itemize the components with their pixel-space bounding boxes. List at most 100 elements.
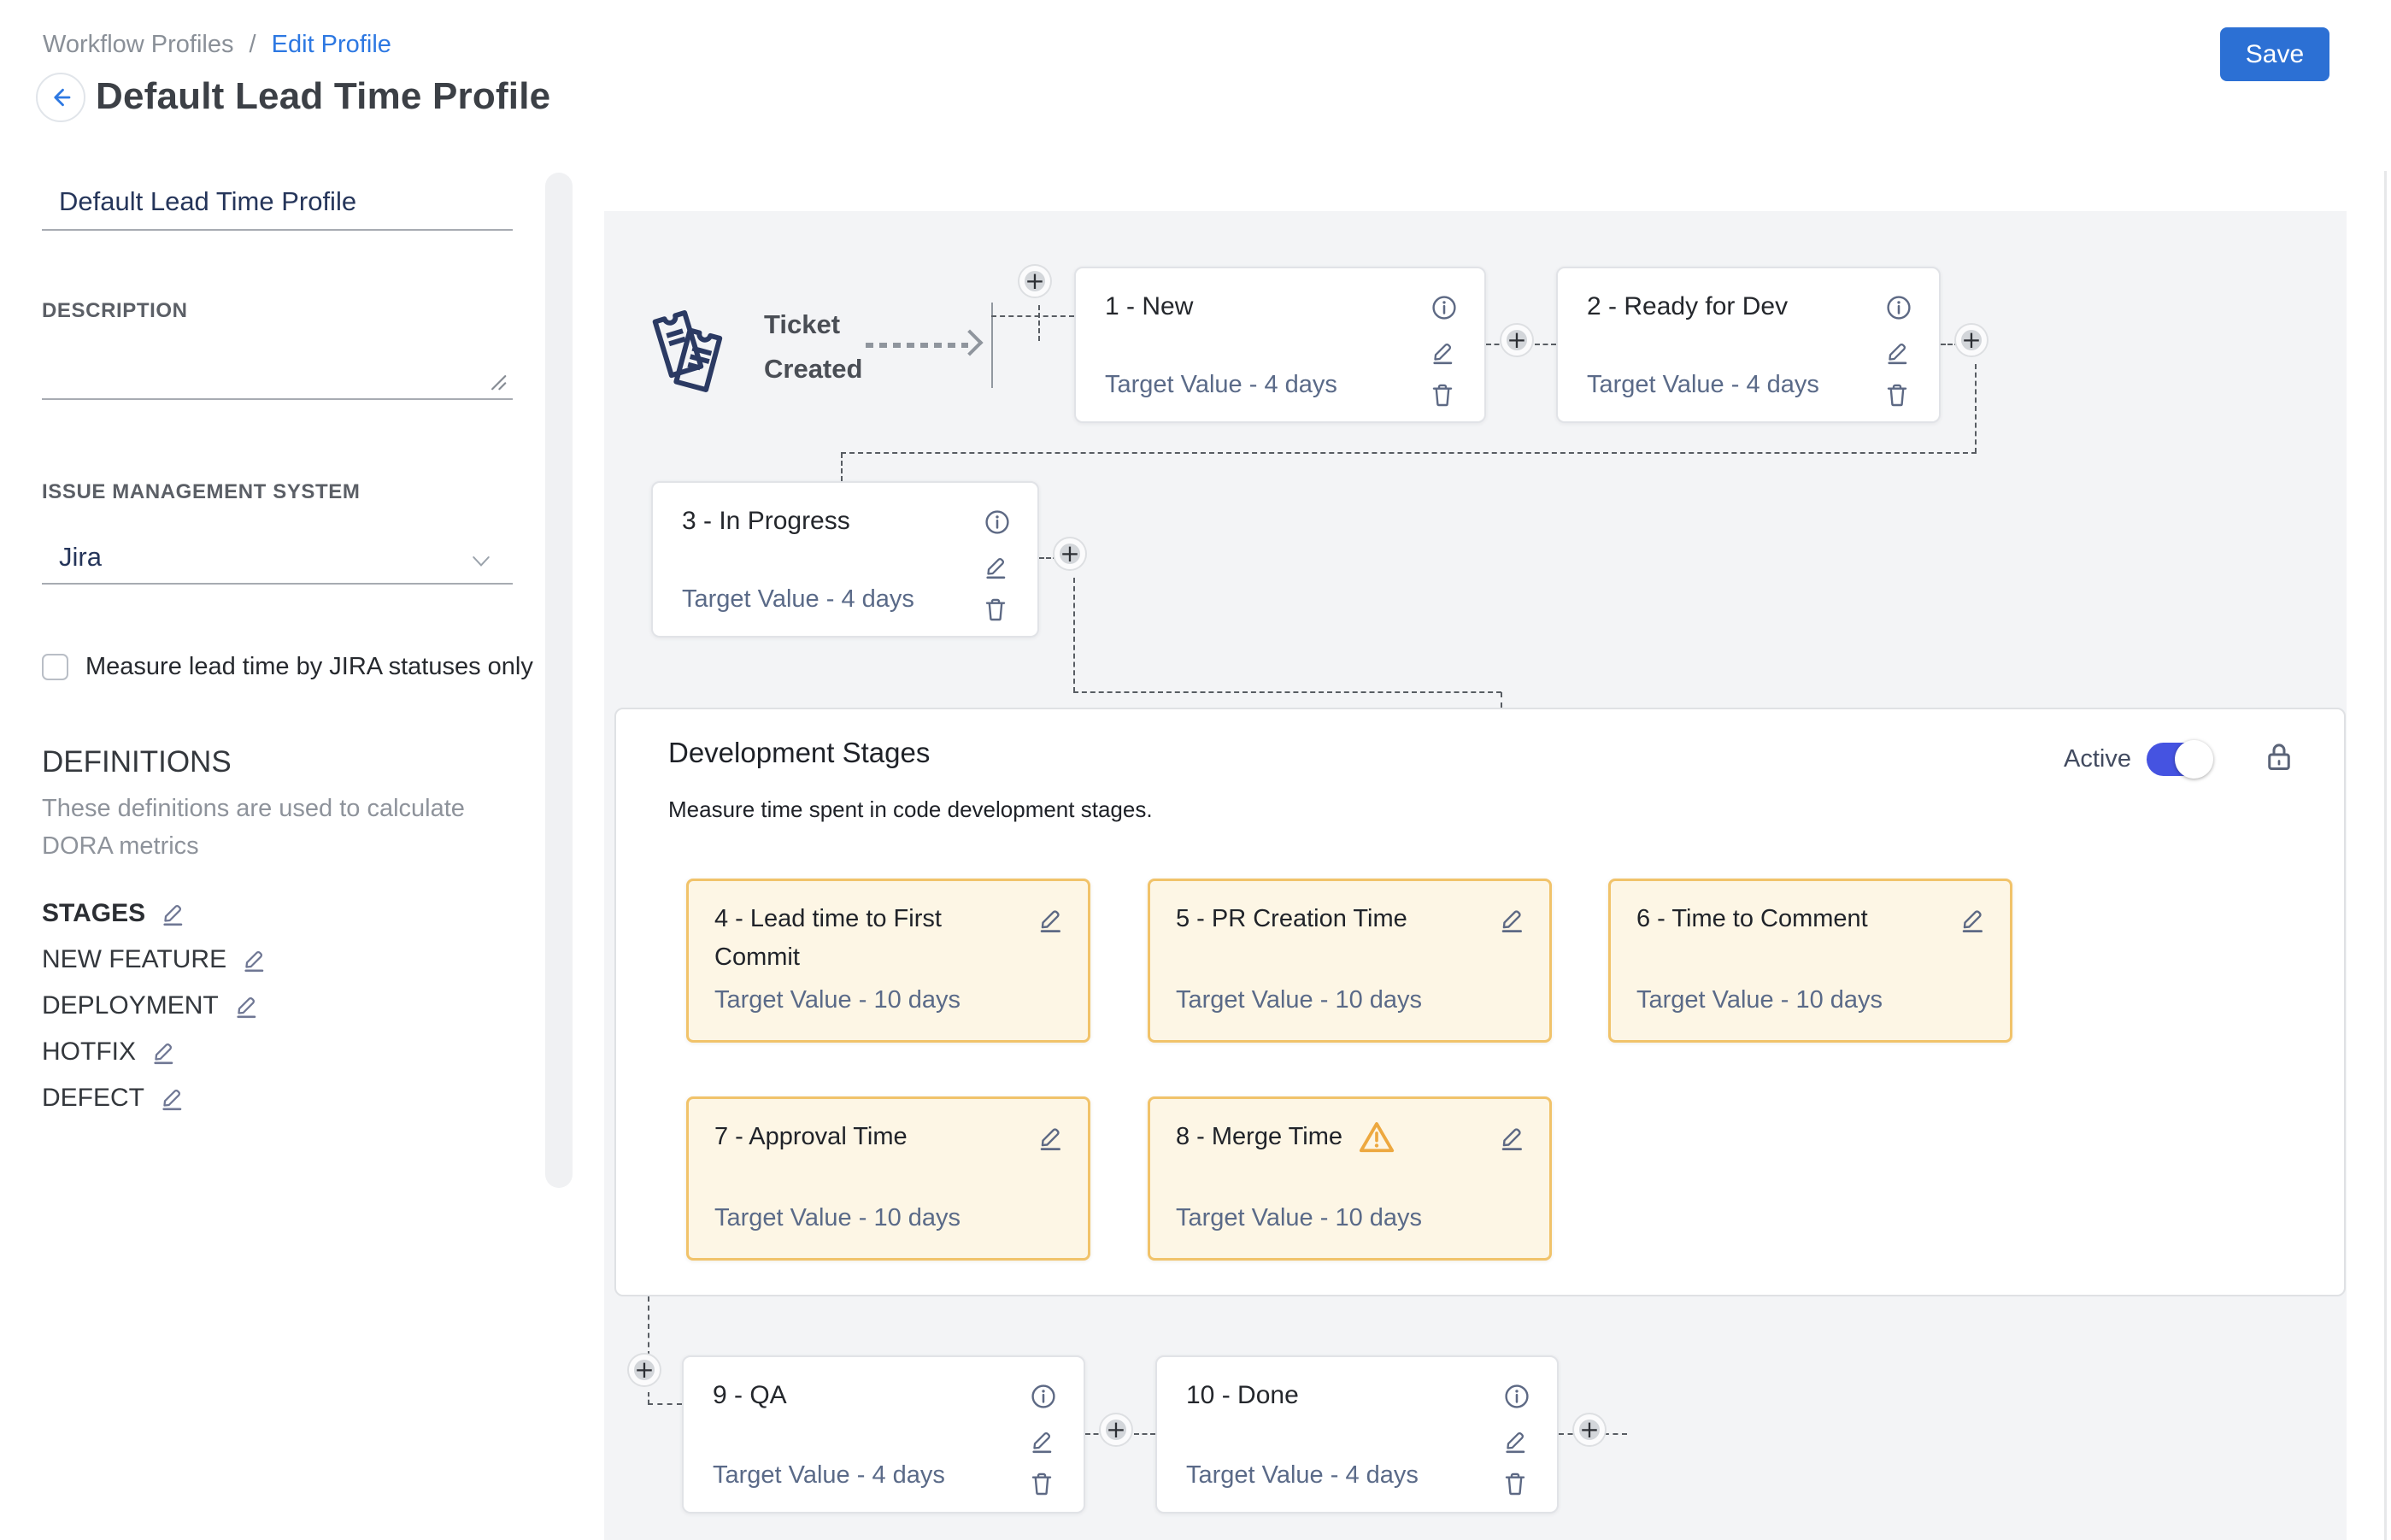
sidebar-item-defect[interactable]: DEFECT bbox=[42, 1084, 185, 1113]
development-stages-subtitle: Measure time spent in code development s… bbox=[668, 796, 1153, 823]
info-icon[interactable] bbox=[1885, 294, 1912, 321]
sidebar-item-new-feature[interactable]: NEW FEATURE bbox=[42, 945, 267, 974]
add-stage-button[interactable]: + bbox=[1574, 1414, 1605, 1445]
edit-icon[interactable] bbox=[159, 900, 186, 927]
sidebar-scrollbar[interactable] bbox=[545, 173, 573, 1188]
stage-7-approval-time[interactable]: 7 - Approval Time Target Value - 10 days bbox=[686, 1096, 1090, 1261]
target-value: Target Value - 10 days bbox=[1176, 986, 1422, 1014]
delete-icon[interactable] bbox=[1429, 381, 1456, 409]
edit-icon[interactable] bbox=[1036, 1123, 1065, 1152]
defect-label: DEFECT bbox=[42, 1084, 144, 1113]
info-icon[interactable] bbox=[1030, 1383, 1057, 1410]
flow-arrow bbox=[866, 343, 968, 348]
target-value: Target Value - 10 days bbox=[1176, 1204, 1422, 1232]
add-stage-button[interactable]: + bbox=[1101, 1414, 1131, 1445]
stage-8-merge-time[interactable]: 8 - Merge Time Target Value - 10 days bbox=[1148, 1096, 1552, 1261]
stage-5-pr-creation-time[interactable]: 5 - PR Creation Time Target Value - 10 d… bbox=[1148, 879, 1552, 1043]
stage-title: 5 - PR Creation Time bbox=[1176, 900, 1407, 938]
info-icon[interactable] bbox=[1503, 1383, 1530, 1410]
node-3-in-progress[interactable]: 3 - In Progress Target Value - 4 days bbox=[651, 481, 1039, 638]
edit-icon[interactable] bbox=[240, 946, 267, 973]
target-value: Target Value - 4 days bbox=[1587, 371, 1819, 399]
connector bbox=[841, 453, 843, 481]
warning-icon[interactable] bbox=[1358, 1120, 1395, 1155]
jira-statuses-checkbox-label: Measure lead time by JIRA statuses only bbox=[85, 653, 533, 681]
description-label: DESCRIPTION bbox=[42, 299, 188, 323]
resize-handle-icon[interactable] bbox=[489, 373, 508, 391]
edit-icon[interactable] bbox=[1028, 1427, 1055, 1455]
edit-icon[interactable] bbox=[232, 992, 260, 1020]
active-toggle[interactable] bbox=[2147, 743, 2212, 776]
info-icon[interactable] bbox=[984, 508, 1011, 536]
connector bbox=[1501, 692, 1502, 708]
edit-icon[interactable] bbox=[1036, 905, 1065, 934]
add-stage-button[interactable]: + bbox=[1019, 266, 1050, 297]
add-stage-button[interactable]: + bbox=[629, 1355, 660, 1385]
sidebar-item-deployment[interactable]: DEPLOYMENT bbox=[42, 991, 260, 1020]
stage-title: 4 - Lead time to First Commit bbox=[714, 900, 1022, 977]
edit-icon[interactable] bbox=[1497, 905, 1526, 934]
target-value: Target Value - 10 days bbox=[714, 986, 961, 1014]
node-title: 9 - QA bbox=[713, 1381, 787, 1410]
connector bbox=[991, 315, 1074, 317]
sidebar-item-stages[interactable]: STAGES bbox=[42, 899, 186, 928]
node-title: 10 - Done bbox=[1186, 1381, 1299, 1410]
definitions-subtitle: These definitions are used to calculate … bbox=[42, 790, 503, 865]
stage-6-time-to-comment[interactable]: 6 - Time to Comment Target Value - 10 da… bbox=[1608, 879, 2012, 1043]
jira-statuses-checkbox[interactable] bbox=[42, 654, 68, 680]
description-textarea[interactable] bbox=[42, 340, 513, 400]
node-2-ready-for-dev[interactable]: 2 - Ready for Dev Target Value - 4 days bbox=[1556, 267, 1941, 423]
target-value: Target Value - 10 days bbox=[1636, 986, 1883, 1014]
save-button[interactable]: Save bbox=[2220, 27, 2329, 81]
connector bbox=[1038, 305, 1040, 341]
new-feature-label: NEW FEATURE bbox=[42, 945, 226, 974]
delete-icon[interactable] bbox=[1028, 1470, 1055, 1497]
chevron-down-icon bbox=[468, 549, 494, 574]
issue-management-system-select[interactable]: Jira bbox=[42, 538, 513, 585]
lock-icon[interactable] bbox=[2264, 740, 2294, 774]
connector bbox=[648, 1403, 682, 1405]
breadcrumb-edit-profile[interactable]: Edit Profile bbox=[272, 31, 391, 58]
stage-title: 8 - Merge Time bbox=[1176, 1118, 1342, 1156]
node-1-new[interactable]: 1 - New Target Value - 4 days bbox=[1074, 267, 1486, 423]
edit-icon[interactable] bbox=[1429, 338, 1456, 366]
page-scrollbar[interactable] bbox=[2384, 171, 2387, 1540]
breadcrumb-workflow-profiles[interactable]: Workflow Profiles bbox=[43, 31, 233, 58]
edit-icon[interactable] bbox=[1883, 338, 1911, 366]
node-title: 2 - Ready for Dev bbox=[1587, 292, 1788, 321]
node-10-done[interactable]: 10 - Done Target Value - 4 days bbox=[1155, 1355, 1559, 1514]
stage-4-lead-time-to-first-commit[interactable]: 4 - Lead time to First Commit Target Val… bbox=[686, 879, 1090, 1043]
page-title: Default Lead Time Profile bbox=[96, 75, 550, 118]
edit-icon[interactable] bbox=[1958, 905, 1987, 934]
connector bbox=[1073, 691, 1501, 693]
delete-icon[interactable] bbox=[1501, 1470, 1529, 1497]
connector bbox=[648, 1296, 649, 1356]
active-toggle-label: Active bbox=[2064, 745, 2131, 773]
target-value: Target Value - 4 days bbox=[1105, 371, 1337, 399]
target-value: Target Value - 4 days bbox=[1186, 1461, 1419, 1490]
add-stage-button[interactable]: + bbox=[1956, 325, 1987, 356]
back-button[interactable] bbox=[36, 73, 85, 122]
sidebar-item-hotfix[interactable]: HOTFIX bbox=[42, 1037, 177, 1067]
stage-title: 6 - Time to Comment bbox=[1636, 900, 1868, 938]
toggle-knob bbox=[2175, 740, 2213, 779]
edit-icon[interactable] bbox=[150, 1038, 177, 1066]
issue-management-system-label: ISSUE MANAGEMENT SYSTEM bbox=[42, 480, 361, 504]
delete-icon[interactable] bbox=[1883, 381, 1911, 409]
edit-icon[interactable] bbox=[1501, 1427, 1529, 1455]
info-icon[interactable] bbox=[1430, 294, 1458, 321]
profile-name-input[interactable] bbox=[42, 181, 513, 231]
stage-title: 7 - Approval Time bbox=[714, 1118, 908, 1156]
connector bbox=[1073, 578, 1075, 692]
add-stage-button[interactable]: + bbox=[1055, 538, 1085, 569]
issue-management-system-value: Jira bbox=[59, 542, 102, 573]
target-value: Target Value - 10 days bbox=[714, 1204, 961, 1232]
edit-icon[interactable] bbox=[1497, 1123, 1526, 1152]
delete-icon[interactable] bbox=[982, 596, 1009, 623]
add-stage-button[interactable]: + bbox=[1501, 325, 1532, 356]
breadcrumb: Workflow Profiles / Edit Profile bbox=[43, 31, 391, 59]
node-9-qa[interactable]: 9 - QA Target Value - 4 days bbox=[682, 1355, 1085, 1514]
edit-icon[interactable] bbox=[158, 1084, 185, 1112]
edit-icon[interactable] bbox=[982, 553, 1009, 580]
jira-statuses-checkbox-row: Measure lead time by JIRA statuses only bbox=[42, 653, 533, 681]
